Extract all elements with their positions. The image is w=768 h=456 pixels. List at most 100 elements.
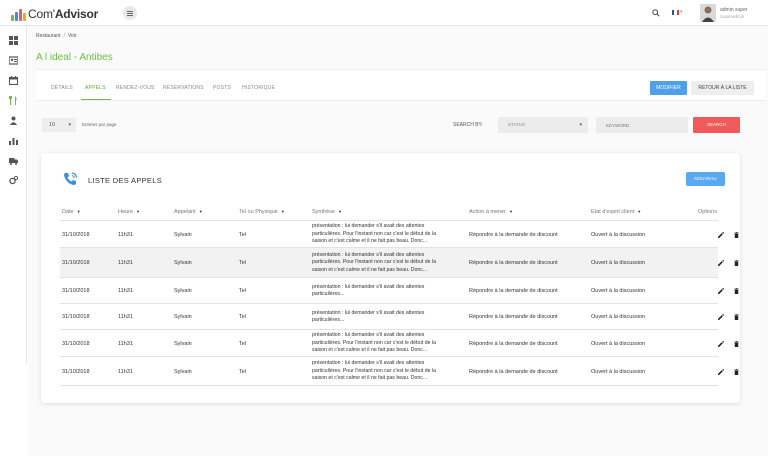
table-row[interactable]: 31/10/2018 11h31 Sylvain Tel Répondre à la d… [60, 248, 739, 278]
settings-icon[interactable] [9, 176, 18, 185]
entries-per-page-select[interactable]: 10 ▾ [42, 118, 76, 132]
restaurant-icon[interactable] [9, 96, 18, 105]
breadcrumb-current: Voir [67, 33, 77, 39]
table-row[interactable]: 31/10/2018 11h31 Sylvain Tel Répondre à la d… [60, 357, 739, 386]
edit-icon[interactable] [718, 314, 724, 320]
cell-synthese: présentation : lui demander s'il avait d… [312, 223, 436, 245]
new-call-button[interactable]: NOUVEAU [686, 172, 725, 186]
delete-icon[interactable] [734, 368, 739, 375]
truck-icon[interactable] [9, 156, 18, 165]
tab-historique[interactable]: HISTORIQUE [242, 85, 275, 91]
column-header-label: Synthèse [312, 209, 335, 215]
cell-heure: 11h31 [118, 314, 133, 320]
delete-icon[interactable] [734, 260, 739, 266]
phone-icon [64, 172, 78, 185]
dashboard-icon[interactable] [9, 36, 18, 45]
column-header-date[interactable]: Date ▼ [62, 209, 81, 215]
edit-icon[interactable] [718, 368, 724, 375]
logo[interactable]: Com'Advisor [11, 5, 98, 21]
table-row[interactable]: 31/10/2018 11h31 Sylvain Tel Répondre à la d… [60, 330, 739, 357]
entries-value: 10 [49, 122, 56, 128]
search-icon[interactable] [652, 9, 660, 17]
cell-etat-esprit: Ouvert à la discussion [591, 368, 646, 375]
modify-button[interactable]: MODIFIER [650, 81, 687, 95]
column-header-etat-esprit[interactable]: Etat d'esprit client ▼ [591, 209, 641, 215]
tab-details[interactable]: DÉTAILS [51, 85, 73, 91]
cell-action: Répondre à la demande de discount [469, 231, 558, 238]
cell-action: Répondre à la demande de discount [469, 288, 558, 294]
cell-synthese: présentation : lui demander s'il avait d… [312, 309, 425, 324]
table-row[interactable]: 31/10/2018 11h31 Sylvain Tel Répondre à la d… [60, 278, 739, 304]
edit-icon[interactable] [718, 260, 724, 266]
contacts-icon[interactable] [9, 56, 18, 65]
cell-heure: 11h31 [118, 340, 133, 347]
delete-icon[interactable] [734, 314, 739, 320]
tab-reservations[interactable]: RÉSERVATIONS [163, 85, 204, 91]
edit-icon[interactable] [718, 340, 724, 347]
cell-appelant: Sylvain [174, 368, 192, 375]
card-title: LISTE DES APPELS [88, 176, 162, 185]
table-row[interactable]: 31/10/2018 11h31 Sylvain Tel Répondre à la d… [60, 221, 739, 248]
cell-heure: 11h31 [118, 260, 133, 266]
cell-date: 31/10/2018 [62, 231, 90, 238]
keyword-input[interactable] [596, 117, 688, 133]
user-role: Superadmin [720, 14, 745, 19]
sort-icon: ▼ [637, 209, 642, 214]
tab-rendez-vous[interactable]: RENDEZ-VOUS [116, 85, 155, 91]
cell-appelant: Sylvain [174, 314, 192, 320]
stats-icon[interactable] [9, 136, 18, 145]
user-icon[interactable] [9, 116, 18, 125]
column-header-label: Heure [118, 209, 133, 215]
sort-icon: ▼ [135, 209, 140, 214]
column-header-label: Date [62, 209, 74, 215]
cell-etat-esprit: Ouvert à la discussion [591, 288, 646, 294]
chevron-down-icon: ▾ [579, 122, 582, 128]
cell-tel-ou-physique: Tel [239, 368, 247, 375]
hamburger-icon[interactable] [123, 6, 137, 20]
table-row[interactable]: 31/10/2018 11h31 Sylvain Tel Répondre à la d… [60, 304, 739, 330]
breadcrumb-root[interactable]: Restaurant [36, 33, 60, 39]
delete-icon[interactable] [734, 231, 739, 238]
tab-posts[interactable]: POSTS [213, 85, 231, 91]
back-to-list-button[interactable]: RETOUR À LA LISTE [691, 81, 754, 95]
calendar-icon[interactable] [9, 76, 18, 85]
column-header-synthese[interactable]: Synthèse ▼ [312, 209, 342, 215]
cell-heure: 11h31 [118, 368, 133, 375]
language-flag-icon[interactable] [672, 10, 679, 15]
user-name[interactable]: admin super [720, 7, 748, 13]
column-header-options: Options [698, 209, 717, 215]
delete-icon[interactable] [734, 288, 739, 294]
cell-synthese: présentation : lui demander s'il avait d… [312, 360, 436, 382]
cell-appelant: Sylvain [174, 260, 192, 266]
column-header-heure[interactable]: Heure ▼ [118, 209, 140, 215]
delete-icon[interactable] [734, 340, 739, 347]
cell-heure: 11h31 [118, 231, 133, 238]
sidebar [0, 26, 27, 364]
cell-synthese: présentation : lui demander s'il avait d… [312, 332, 436, 354]
column-header-label: Action à mener [469, 209, 506, 215]
cell-synthese: présentation : lui demander s'il avait d… [312, 251, 436, 273]
search-button[interactable]: SEARCH [693, 117, 740, 133]
cell-heure: 11h31 [118, 288, 133, 294]
column-header-tel-ou-physique[interactable]: Tel ou Physique ▼ [239, 209, 285, 215]
active-tab-indicator [81, 99, 111, 100]
cell-etat-esprit: Ouvert à la discussion [591, 314, 646, 320]
sort-icon: ▼ [280, 209, 285, 214]
sort-icon: ▼ [76, 209, 81, 214]
cell-tel-ou-physique: Tel [239, 340, 247, 347]
top-bar: Com'Advisor ▾ admin super Superadmin [0, 0, 768, 26]
chevron-down-icon[interactable]: ▾ [680, 9, 683, 15]
column-header-appelant[interactable]: Appelant ▼ [174, 209, 203, 215]
cell-action: Répondre à la demande de discount [469, 340, 558, 347]
breadcrumb-separator: / [63, 33, 65, 39]
column-header-action[interactable]: Action à mener ▼ [469, 209, 513, 215]
edit-icon[interactable] [718, 288, 724, 294]
avatar[interactable] [700, 4, 716, 22]
edit-icon[interactable] [718, 231, 724, 238]
calls-card: LISTE DES APPELS NOUVEAU Date ▼ Heure ▼ Ap… [41, 153, 740, 403]
cell-action: Répondre à la demande de discount [469, 368, 558, 375]
tab-appels[interactable]: APPELS [85, 85, 106, 91]
cell-etat-esprit: Ouvert à la discussion [591, 340, 646, 347]
status-select[interactable]: STATUS ▾ [498, 117, 588, 133]
sort-icon: ▼ [337, 209, 342, 214]
